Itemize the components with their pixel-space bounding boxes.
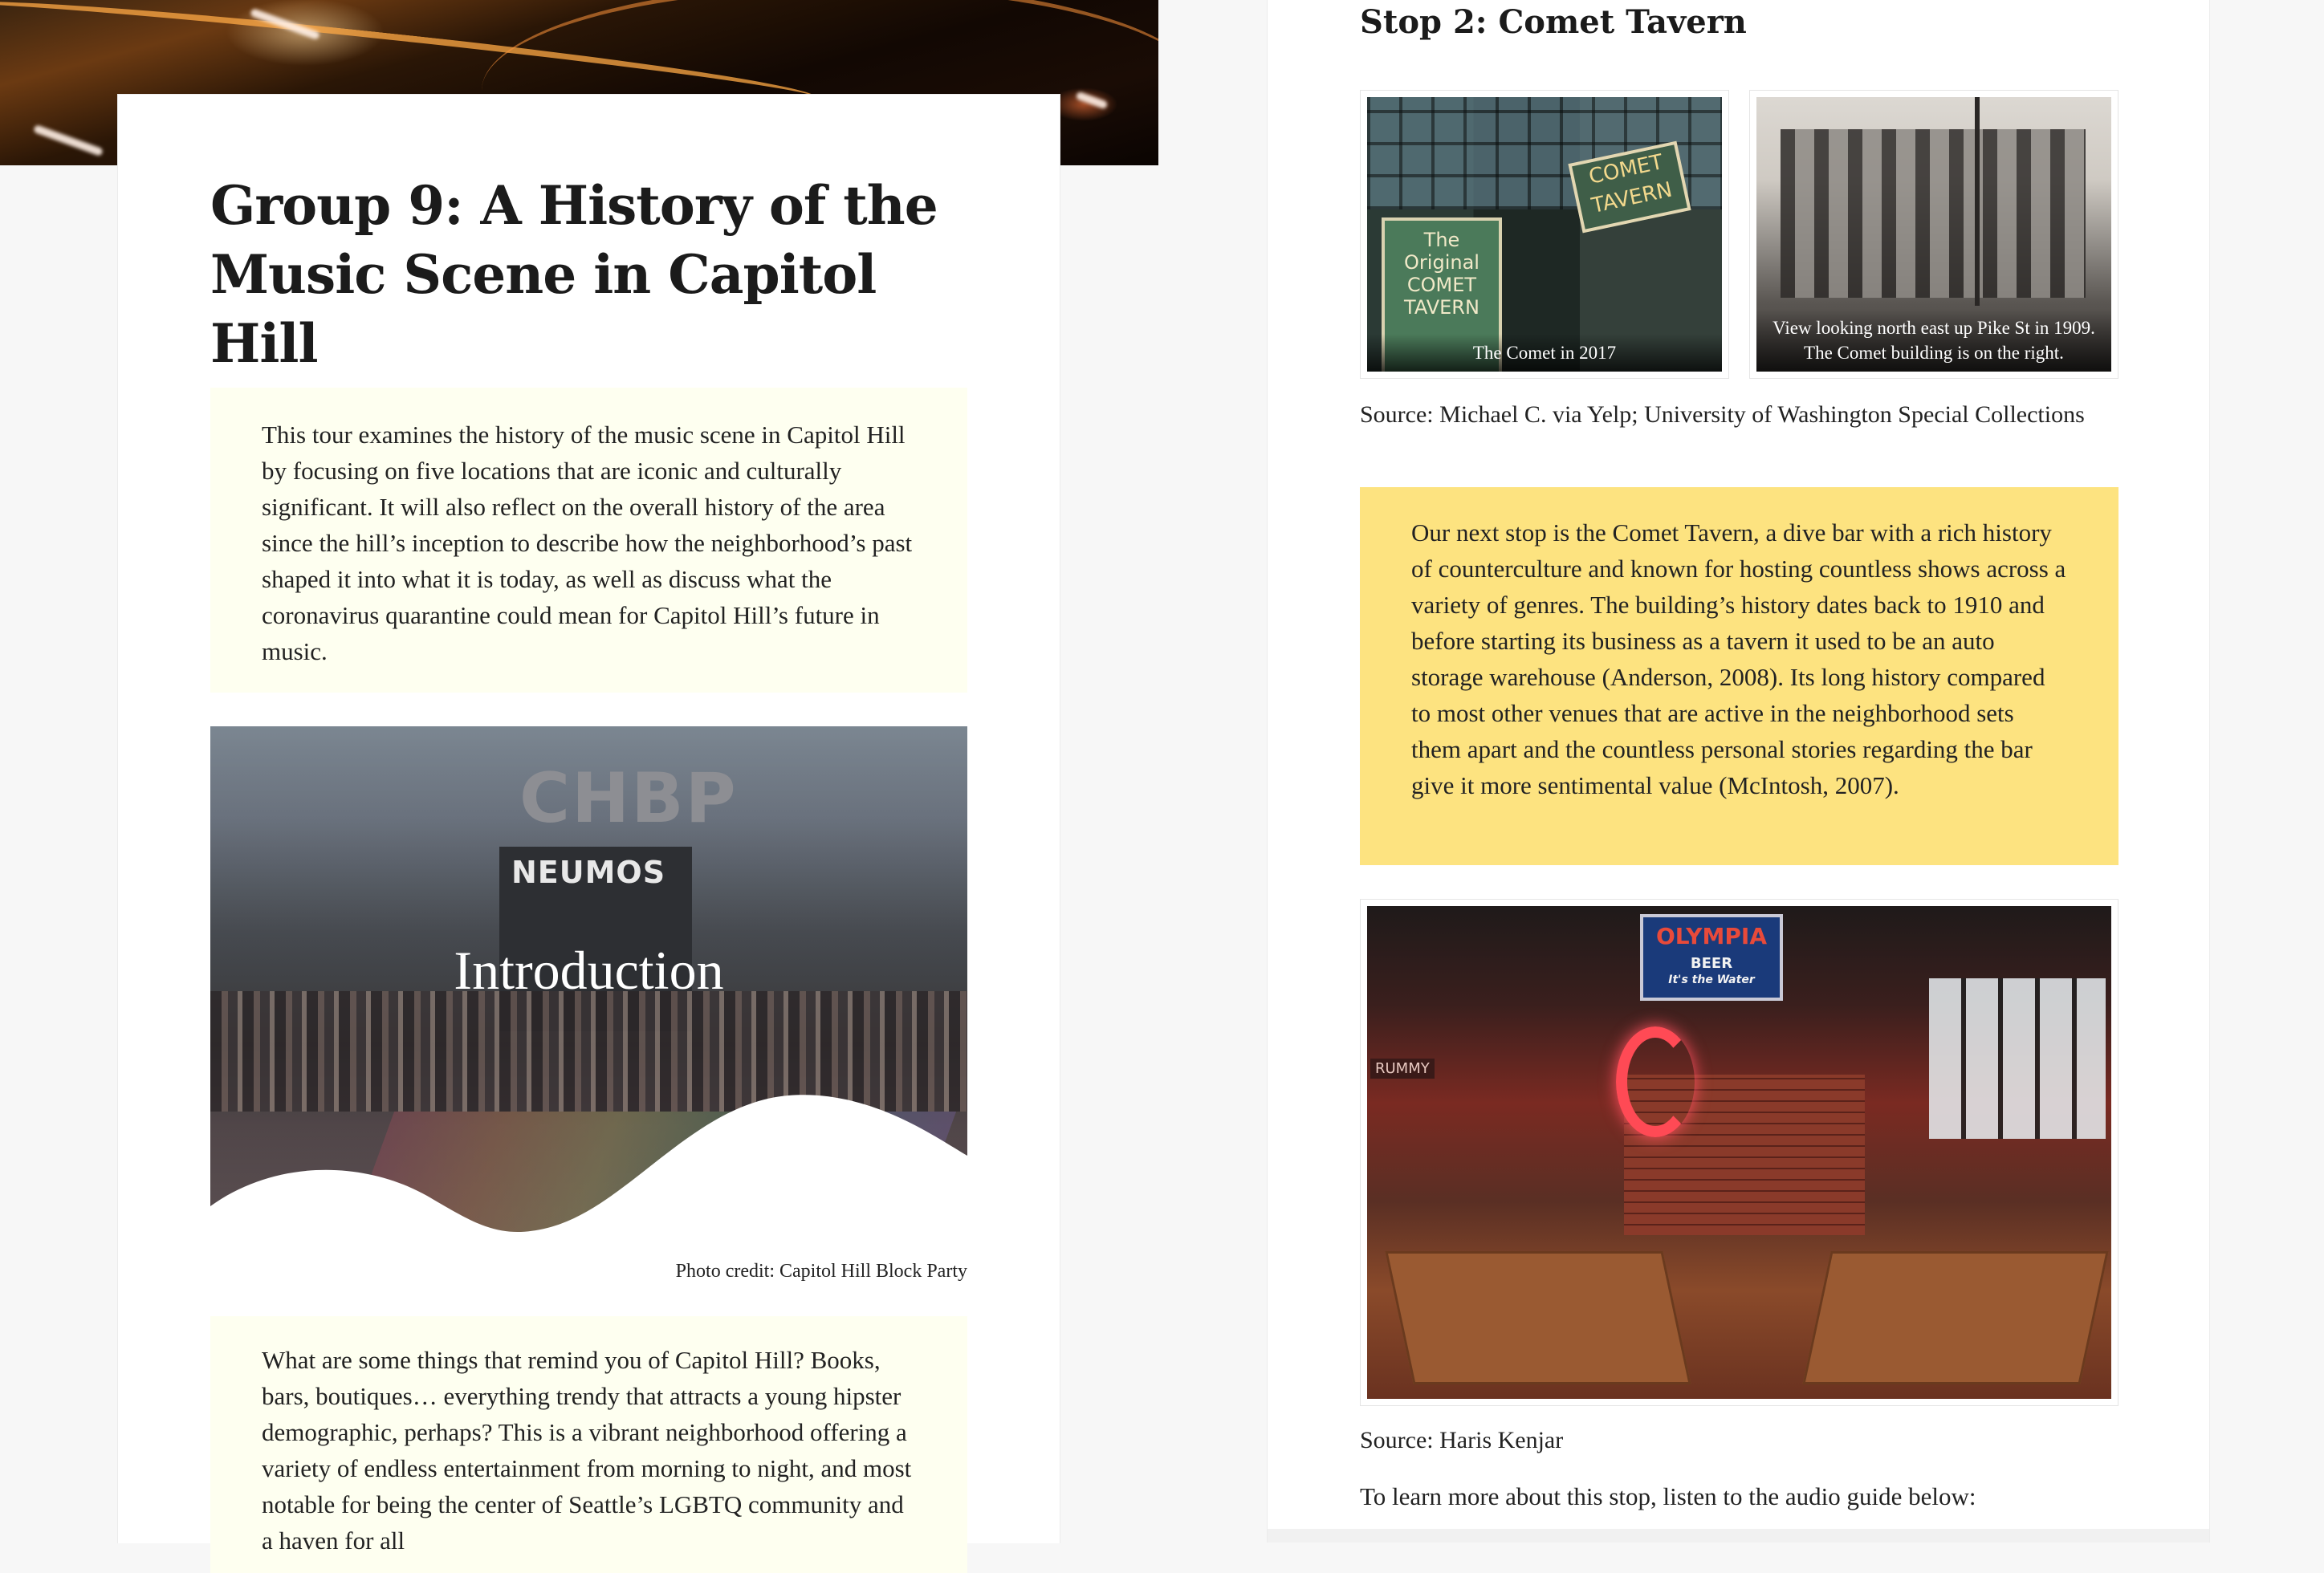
historic-photo: View looking north east up Pike St in 19… [1756, 97, 2111, 372]
booth-table [1802, 1251, 2109, 1384]
stop-text-box: Our next stop is the Comet Tavern, a div… [1360, 487, 2118, 865]
tour-intro-card: Group 9: A History of the Music Scene in… [117, 94, 1060, 1573]
gallery-image-comet-2017[interactable]: COMET TAVERN The Original COMET TAVERN T… [1360, 90, 1729, 379]
olympia-sign-sub: BEER [1690, 955, 1733, 972]
gallery-caption: View looking north east up Pike St in 19… [1756, 309, 2111, 372]
stop-paragraph: Our next stop is the Comet Tavern, a div… [1411, 518, 2066, 799]
olympia-sign-tag: It's the Water [1668, 973, 1755, 986]
page-title: Group 9: A History of the Music Scene in… [210, 174, 938, 375]
gallery-image-pike-st-1909[interactable]: View looking north east up Pike St in 19… [1749, 90, 2118, 379]
intro-text-box: This tour examines the history of the mu… [210, 388, 967, 693]
photo-credit-link[interactable]: Capitol Hill Block Party [779, 1261, 967, 1282]
second-text-box: What are some things that remind you of … [210, 1316, 967, 1573]
hero-light [33, 124, 104, 157]
photo-credit: Photo credit: Capitol Hill Block Party [676, 1261, 967, 1282]
interior-source: Source: Haris Kenjar [1360, 1427, 1564, 1453]
stop-title: Stop 2: Comet Tavern [1360, 3, 1747, 41]
intro-paragraph: This tour examines the history of the mu… [262, 421, 913, 665]
introduction-section-image[interactable]: CHBP NEUMOS Introduction [210, 726, 967, 1240]
historic-building [1781, 129, 2086, 298]
audio-guide-note: To learn more about this stop, listen to… [1360, 1482, 1976, 1510]
stop-2-card: Stop 2: Comet Tavern COMET TAVERN The Or… [1267, 0, 2210, 1543]
olympia-beer-sign: OLYMPIA BEER It's the Water [1640, 914, 1783, 1001]
introduction-label: Introduction [454, 940, 724, 1001]
olympia-sign-main: OLYMPIA [1655, 923, 1768, 949]
utility-pole [1975, 97, 1980, 306]
interior-photo: OLYMPIA BEER It's the Water RUMMY [1367, 906, 2111, 1399]
interior-window [1929, 978, 2106, 1139]
gallery-caption: The Comet in 2017 [1367, 334, 1722, 372]
photo-credit-prefix: Photo credit: [675, 1261, 779, 1282]
gallery-source: Source: Michael C. via Yelp; University … [1360, 401, 2085, 428]
audio-player-edge[interactable] [1268, 1529, 2209, 1543]
second-paragraph: What are some things that remind you of … [262, 1346, 912, 1555]
c-neon-sign [1616, 1026, 1695, 1137]
comet-interior-image[interactable]: OLYMPIA BEER It's the Water RUMMY [1360, 899, 2118, 1406]
rummy-sign: RUMMY [1370, 1059, 1435, 1079]
booth-table [1385, 1251, 1691, 1384]
comet-photo: COMET TAVERN The Original COMET TAVERN T… [1367, 97, 1722, 372]
